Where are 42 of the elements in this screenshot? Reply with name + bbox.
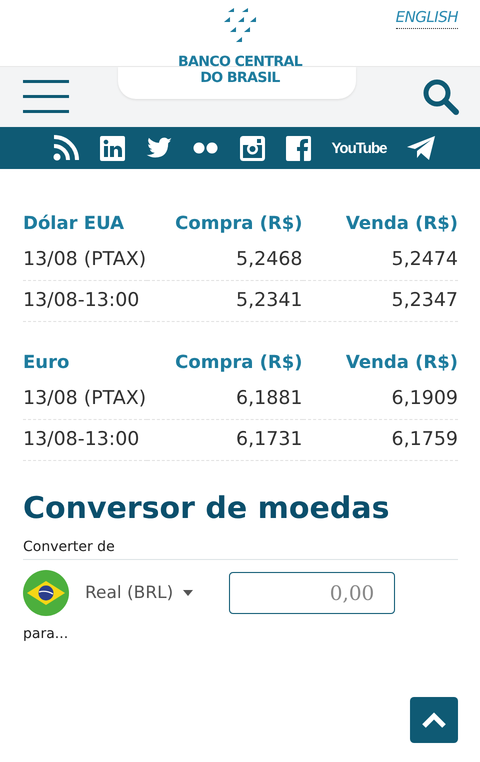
facebook-icon[interactable] — [286, 136, 311, 160]
table-cell: 13/08 (PTAX) — [23, 240, 147, 280]
flickr-icon[interactable] — [192, 142, 219, 154]
table-cell: 6,1759 — [302, 420, 458, 460]
field-label: Converter de — [23, 539, 458, 560]
english-link[interactable]: ENGLISH — [396, 8, 458, 29]
table-cell: 5,2341 — [147, 280, 302, 322]
table-cell: 13/08-13:00 — [23, 280, 147, 322]
table-cell: 5,2347 — [302, 280, 458, 322]
table-cell: 5,2474 — [302, 240, 458, 280]
table-cell: 6,1731 — [147, 420, 302, 460]
table-cell: 5,2468 — [147, 240, 302, 280]
logo-text: BANCO CENTRAL DO BRASIL — [178, 54, 302, 86]
menu-icon — [23, 80, 69, 114]
bank-logo[interactable]: BANCO CENTRAL DO BRASIL — [165, 6, 315, 86]
column-header: Venda (R$) — [344, 213, 458, 236]
table-cell: 13/08-13:00 — [23, 420, 147, 460]
linkedin-icon[interactable] — [100, 136, 125, 160]
search-icon — [422, 78, 460, 116]
column-header: Compra (R$) — [174, 352, 302, 375]
amount-field[interactable]: 0,00 — [229, 572, 396, 614]
table-cell: 6,1881 — [147, 379, 302, 420]
table-cell: 13/08 (PTAX) — [23, 379, 147, 420]
caret-icon — [183, 590, 194, 596]
column-header: Dólar EUA — [23, 213, 126, 236]
table-cell: 6,1909 — [302, 379, 458, 420]
scroll-top-button[interactable] — [410, 697, 458, 743]
youtube-link[interactable]: YouTube — [332, 140, 386, 156]
flag-icon — [23, 570, 69, 616]
field-label: para... — [23, 626, 70, 642]
menu-button[interactable] — [23, 80, 69, 114]
section-title: Conversor de moedas — [23, 490, 390, 528]
camera-icon[interactable] — [240, 136, 265, 160]
column-header: Compra (R$) — [174, 213, 302, 236]
search-button[interactable] — [422, 78, 460, 116]
bird-icon[interactable] — [146, 137, 172, 159]
rss-icon[interactable] — [52, 135, 79, 161]
chevron-up-icon — [422, 712, 446, 728]
column-header: Venda (R$) — [344, 352, 458, 375]
currency-dropdown[interactable]: Real (BRL) — [85, 583, 194, 603]
paper-plane-icon[interactable] — [407, 136, 436, 160]
column-header: Euro — [23, 352, 70, 375]
